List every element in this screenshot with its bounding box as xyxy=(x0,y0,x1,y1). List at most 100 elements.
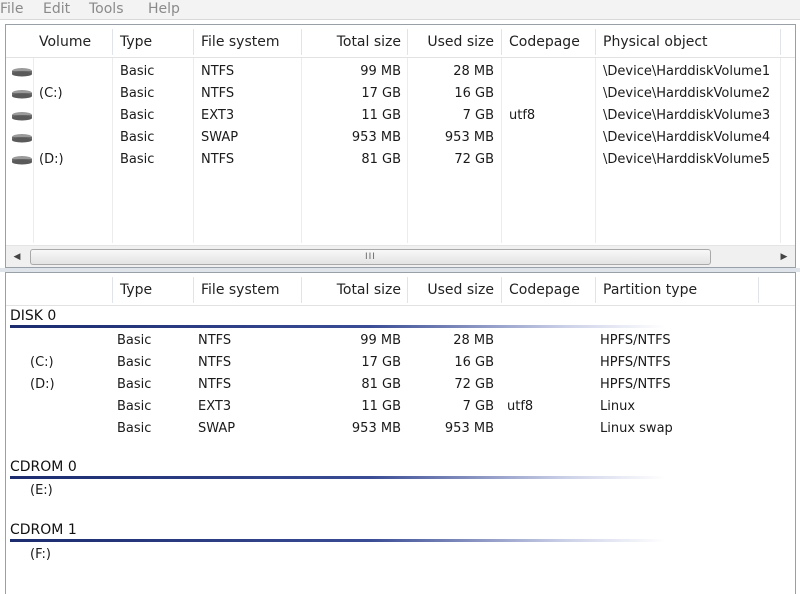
cell-file-system: SWAP xyxy=(198,421,236,436)
col-codepage[interactable]: Codepage xyxy=(509,25,580,58)
col-used-size[interactable]: Used size xyxy=(408,273,494,306)
cell-used-size: 7 GB xyxy=(462,399,494,414)
disk-view: Type File system Total size Used size Co… xyxy=(5,272,796,594)
column-divider[interactable] xyxy=(595,29,596,55)
cell-physical-object: \Device\HarddiskVolume2 xyxy=(603,86,771,101)
horizontal-scrollbar[interactable]: ◀ III ▶ xyxy=(6,245,795,267)
cell-type: Basic xyxy=(120,64,155,79)
cell-total-size: 11 GB xyxy=(361,399,401,414)
column-divider[interactable] xyxy=(758,277,759,303)
col-used-size[interactable]: Used size xyxy=(408,25,494,58)
cell-used-size: 28 MB xyxy=(453,64,494,79)
cell-type: Basic xyxy=(120,86,155,101)
group-title-disk-0[interactable]: DISK 0 xyxy=(10,307,56,325)
column-divider[interactable] xyxy=(112,277,113,303)
cell-used-size: 7 GB xyxy=(462,108,494,123)
column-divider[interactable] xyxy=(301,29,302,55)
cell-used-size: 16 GB xyxy=(454,86,494,101)
cell-volume: (C:) xyxy=(30,355,54,370)
cell-total-size: 953 MB xyxy=(351,130,401,145)
column-divider[interactable] xyxy=(193,29,194,55)
cell-type: Basic xyxy=(120,130,155,145)
partition-row[interactable]: (F:) xyxy=(6,544,795,566)
column-divider[interactable] xyxy=(501,277,502,303)
cell-total-size: 81 GB xyxy=(361,377,401,392)
drive-icon xyxy=(11,155,33,165)
partition-row[interactable]: (D:) Basic NTFS 81 GB 72 GB HPFS/NTFS xyxy=(6,374,795,396)
col-partition-type[interactable]: Partition type xyxy=(603,273,697,306)
group-title-cdrom-1[interactable]: CDROM 1 xyxy=(10,521,77,539)
menu-edit[interactable]: Edit xyxy=(43,0,70,20)
cell-volume: (D:) xyxy=(39,152,64,167)
col-type[interactable]: Type xyxy=(120,25,152,58)
menu-help[interactable]: Help xyxy=(148,0,180,20)
column-divider[interactable] xyxy=(780,29,781,55)
cell-file-system: NTFS xyxy=(198,333,232,348)
cell-partition-type: Linux xyxy=(600,399,636,414)
col-file-system[interactable]: File system xyxy=(201,273,280,306)
cell-codepage: utf8 xyxy=(509,108,536,123)
cell-partition-type: HPFS/NTFS xyxy=(600,333,671,348)
table-row[interactable]: Basic NTFS 99 MB 28 MB \Device\HarddiskV… xyxy=(6,61,795,83)
partition-row[interactable]: Basic EXT3 11 GB 7 GB utf8 Linux xyxy=(6,396,795,418)
volume-list: Volume Type File system Total size Used … xyxy=(5,24,796,268)
partition-row[interactable]: (C:) Basic NTFS 17 GB 16 GB HPFS/NTFS xyxy=(6,352,795,374)
scroll-left-arrow-icon[interactable]: ◀ xyxy=(8,246,26,267)
cell-total-size: 99 MB xyxy=(360,333,401,348)
cell-used-size: 953 MB xyxy=(444,421,494,436)
table-row[interactable]: Basic EXT3 11 GB 7 GB utf8 \Device\Hardd… xyxy=(6,105,795,127)
cell-used-size: 16 GB xyxy=(454,355,494,370)
cell-total-size: 953 MB xyxy=(351,421,401,436)
cell-type: Basic xyxy=(117,421,152,436)
disk-view-header: Type File system Total size Used size Co… xyxy=(6,273,795,306)
cell-type: Basic xyxy=(120,108,155,123)
cell-physical-object: \Device\HarddiskVolume3 xyxy=(603,108,771,123)
column-divider[interactable] xyxy=(301,277,302,303)
cell-physical-object: \Device\HarddiskVolume1 xyxy=(603,64,771,79)
col-physical-object[interactable]: Physical object xyxy=(603,25,708,58)
group-divider xyxy=(10,539,665,542)
cell-file-system: EXT3 xyxy=(201,108,235,123)
partition-row[interactable]: (E:) xyxy=(6,480,795,502)
col-volume[interactable]: Volume xyxy=(39,25,91,58)
column-divider[interactable] xyxy=(595,277,596,303)
partition-row[interactable]: Basic NTFS 99 MB 28 MB HPFS/NTFS xyxy=(6,330,795,352)
cell-file-system: NTFS xyxy=(198,377,232,392)
table-row[interactable]: (D:) Basic NTFS 81 GB 72 GB \Device\Hard… xyxy=(6,149,795,171)
menu-tools[interactable]: Tools xyxy=(89,0,124,20)
volume-list-header: Volume Type File system Total size Used … xyxy=(6,25,795,58)
column-divider[interactable] xyxy=(112,29,113,55)
cell-total-size: 99 MB xyxy=(360,64,401,79)
column-divider[interactable] xyxy=(193,277,194,303)
cell-volume: (D:) xyxy=(30,377,55,392)
cell-total-size: 17 GB xyxy=(361,86,401,101)
cell-file-system: SWAP xyxy=(201,130,239,145)
group-title-cdrom-0[interactable]: CDROM 0 xyxy=(10,458,77,476)
drive-icon xyxy=(11,89,33,99)
table-row[interactable]: (C:) Basic NTFS 17 GB 16 GB \Device\Hard… xyxy=(6,83,795,105)
scrollbar-thumb[interactable]: III xyxy=(30,249,711,265)
table-row[interactable]: Basic SWAP 953 MB 953 MB \Device\Harddis… xyxy=(6,127,795,149)
col-file-system[interactable]: File system xyxy=(201,25,280,58)
menu-file[interactable]: File xyxy=(0,0,23,20)
cell-codepage: utf8 xyxy=(507,399,534,414)
cell-total-size: 17 GB xyxy=(361,355,401,370)
group-divider xyxy=(10,325,665,328)
cell-volume: (C:) xyxy=(39,86,63,101)
col-codepage[interactable]: Codepage xyxy=(509,273,580,306)
cell-file-system: EXT3 xyxy=(198,399,232,414)
col-type[interactable]: Type xyxy=(120,273,152,306)
cell-type: Basic xyxy=(117,355,152,370)
cell-total-size: 81 GB xyxy=(361,152,401,167)
col-total-size[interactable]: Total size xyxy=(306,25,401,58)
partition-row[interactable]: Basic SWAP 953 MB 953 MB Linux swap xyxy=(6,418,795,440)
scroll-right-arrow-icon[interactable]: ▶ xyxy=(775,246,793,267)
cell-used-size: 953 MB xyxy=(444,130,494,145)
cell-volume: (E:) xyxy=(30,483,53,498)
cell-partition-type: Linux swap xyxy=(600,421,673,436)
cell-type: Basic xyxy=(120,152,155,167)
column-divider[interactable] xyxy=(501,29,502,55)
cell-volume: (F:) xyxy=(30,547,51,562)
drive-icon xyxy=(11,133,33,143)
col-total-size[interactable]: Total size xyxy=(306,273,401,306)
